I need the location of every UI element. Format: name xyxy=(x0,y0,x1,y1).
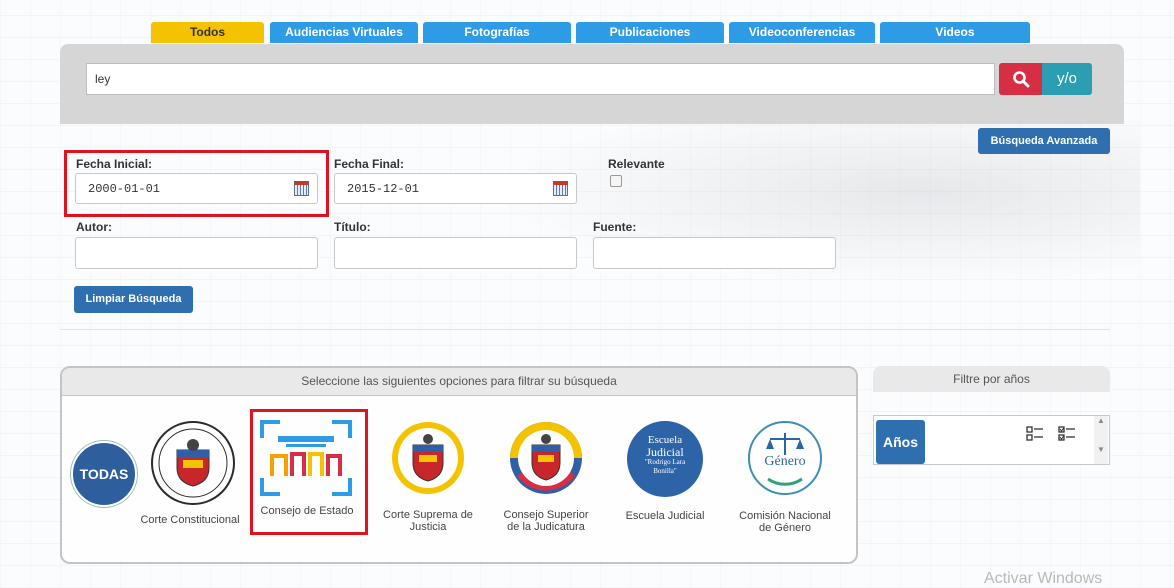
escuela-judicial-label: Escuela Judicial xyxy=(625,510,705,522)
consejo-estado-logo[interactable] xyxy=(258,418,354,498)
relevante-label: Relevante xyxy=(608,157,665,171)
fuente-label: Fuente: xyxy=(593,220,637,234)
genero-label: Comisión Nacional de Género xyxy=(739,510,831,534)
scroll-up-icon[interactable]: ▲ xyxy=(1094,416,1108,425)
relevante-checkbox[interactable] xyxy=(610,175,622,187)
escuela-logo-line: Bonilla" xyxy=(653,467,677,475)
years-scrollbar[interactable]: ▲ ▼ xyxy=(1094,416,1108,464)
consejo-superior-label: Consejo Superior de la Judicatura xyxy=(503,509,589,533)
corte-suprema-label: Corte Suprema de Justicia xyxy=(383,509,473,533)
tab-audiencias-virtuales[interactable]: Audiencias Virtuales xyxy=(270,22,418,43)
fecha-final-label: Fecha Final: xyxy=(334,157,405,171)
scroll-down-icon[interactable]: ▼ xyxy=(1094,445,1108,454)
tab-publicaciones[interactable]: Publicaciones xyxy=(576,22,724,43)
divider xyxy=(60,329,1110,330)
autor-label: Autor: xyxy=(76,220,112,234)
clear-search-button[interactable]: Limpiar Búsqueda xyxy=(74,286,193,313)
windows-activation-watermark: Activar Windows xyxy=(984,570,1103,587)
todas-label: TODAS xyxy=(79,466,129,482)
fecha-final-field[interactable]: 2015-12-01 xyxy=(334,173,577,204)
calendar-icon[interactable] xyxy=(553,181,568,196)
list-view-icon-svg xyxy=(1026,426,1043,441)
genero-logo-text: Género xyxy=(764,454,806,469)
corte-constitucional-logo[interactable] xyxy=(150,420,236,506)
consejo-superior-logo[interactable] xyxy=(509,421,583,495)
corporations-header: Seleccione las siguientes opciones para … xyxy=(62,368,856,396)
search-input[interactable] xyxy=(86,63,995,95)
years-button[interactable]: Años xyxy=(876,420,925,464)
corte-constitucional-label: Corte Constitucional xyxy=(140,514,240,526)
corte-suprema-logo[interactable] xyxy=(391,421,465,495)
colombia-seal-icon xyxy=(151,421,235,505)
fuente-field[interactable] xyxy=(593,237,836,269)
highlight-box-fecha-inicial xyxy=(64,150,329,217)
titulo-label: Título: xyxy=(334,220,371,234)
titulo-field[interactable] xyxy=(334,237,577,269)
escuela-logo-line: "Rodrigo Lara xyxy=(644,458,686,466)
autor-field[interactable] xyxy=(75,237,318,269)
search-icon xyxy=(1012,71,1029,88)
tab-todos[interactable]: Todos xyxy=(151,22,264,43)
escuela-judicial-logo[interactable]: Escuela Judicial "Rodrigo Lara Bonilla" xyxy=(627,421,703,497)
checklist-icon[interactable] xyxy=(1058,426,1076,447)
escuela-logo-line: Judicial xyxy=(627,446,703,458)
genero-logo[interactable]: Género xyxy=(746,419,824,497)
colombia-coat-of-arms-icon xyxy=(392,422,464,494)
todas-option[interactable]: TODAS xyxy=(71,441,137,507)
fecha-final-value: 2015-12-01 xyxy=(347,182,420,196)
colombia-coat-of-arms-icon xyxy=(510,422,582,494)
tab-videos[interactable]: Videos xyxy=(880,22,1030,43)
tab-videoconferencias[interactable]: Videoconferencias xyxy=(729,22,875,43)
list-view-icon[interactable] xyxy=(1026,426,1044,447)
tab-fotografias[interactable]: Fotografías xyxy=(423,22,571,43)
search-button[interactable] xyxy=(999,63,1042,95)
years-header: Filtre por años xyxy=(873,366,1110,392)
checklist-icon-svg xyxy=(1058,426,1075,441)
advanced-search-button[interactable]: Búsqueda Avanzada xyxy=(978,128,1110,154)
consejo-estado-logo-icon xyxy=(260,420,352,496)
yo-toggle-button[interactable]: y/o xyxy=(1042,63,1092,95)
escuela-logo-word: Judicial xyxy=(646,445,684,459)
escuela-logo-text: Escuela Judicial "Rodrigo Lara Bonilla" xyxy=(627,434,703,476)
